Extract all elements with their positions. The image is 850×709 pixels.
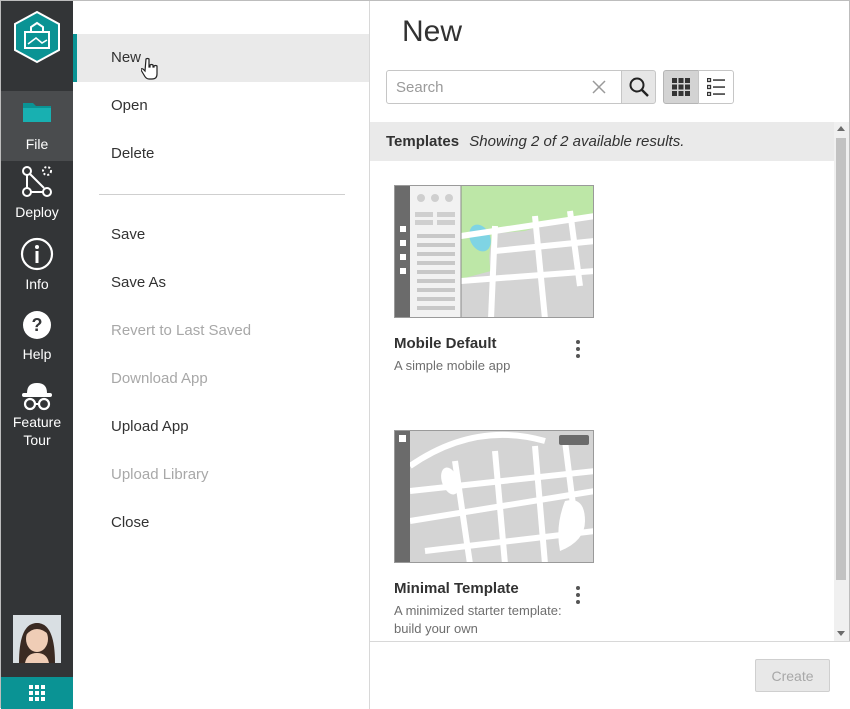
more-options-icon[interactable] xyxy=(570,337,586,361)
search-button[interactable] xyxy=(621,70,656,104)
menu-item-label: Revert to Last Saved xyxy=(111,322,252,339)
menu-item-label: Open xyxy=(111,97,148,114)
rail-label: Feature Tour xyxy=(12,414,62,448)
template-card-minimal[interactable]: Minimal Template A minimized starter tem… xyxy=(394,430,594,641)
new-panel: New Search Templates Showing 2 of 2 avai… xyxy=(370,1,850,709)
menu-item-label: Upload App xyxy=(111,418,189,435)
rail-item-info[interactable]: Info xyxy=(1,237,73,301)
scrollbar-thumb[interactable] xyxy=(836,138,846,580)
app-launcher-button[interactable] xyxy=(1,677,73,709)
rail-item-feature-tour[interactable]: Feature Tour xyxy=(1,379,73,459)
template-card-mobile-default[interactable]: Mobile Default A simple mobile app xyxy=(394,185,594,385)
grid-dots-icon xyxy=(29,685,45,701)
menu-item-open[interactable]: Open xyxy=(73,82,369,130)
menu-item-new[interactable]: New xyxy=(73,34,369,82)
template-thumbnail xyxy=(394,430,594,563)
menu-item-revert: Revert to Last Saved xyxy=(73,307,369,355)
search-box xyxy=(386,70,622,104)
results-scrollbar[interactable] xyxy=(834,122,849,641)
user-avatar[interactable] xyxy=(13,615,61,663)
rail-item-deploy[interactable]: Deploy xyxy=(1,165,73,229)
page-title: New xyxy=(402,15,463,48)
menu-item-label: Close xyxy=(111,514,150,531)
menu-item-delete[interactable]: Delete xyxy=(73,130,369,178)
svg-text:?: ? xyxy=(32,315,43,335)
hand-cursor-icon xyxy=(141,57,158,80)
menu-divider xyxy=(99,194,345,195)
search-input[interactable] xyxy=(387,71,587,103)
deploy-icon xyxy=(22,166,52,197)
app-logo xyxy=(1,1,73,73)
menu-item-close[interactable]: Close xyxy=(73,499,369,547)
template-thumbnail xyxy=(394,185,594,318)
help-icon: ? xyxy=(23,311,51,339)
template-description: A minimized starter template: build your… xyxy=(394,603,562,636)
more-options-icon[interactable] xyxy=(570,583,586,607)
menu-item-label: Delete xyxy=(111,145,155,162)
grid-view-button[interactable] xyxy=(663,70,699,104)
menu-item-upload-app[interactable]: Upload App xyxy=(73,403,369,451)
menu-item-label: Upload Library xyxy=(111,466,209,483)
search-icon xyxy=(629,77,649,97)
list-icon xyxy=(707,78,725,96)
template-title: Minimal Template xyxy=(394,580,519,597)
rail-label: Info xyxy=(25,276,49,292)
rail-item-file[interactable]: File xyxy=(1,91,73,161)
menu-item-label: Download App xyxy=(111,370,208,387)
template-description: A simple mobile app xyxy=(394,358,511,373)
menu-item-save-as[interactable]: Save As xyxy=(73,259,369,307)
create-button[interactable]: Create xyxy=(755,659,830,692)
rail-label: Help xyxy=(22,346,52,362)
results-heading: Templates xyxy=(386,133,460,150)
menu-item-save[interactable]: Save xyxy=(73,211,369,259)
menu-item-label: Save xyxy=(111,226,146,243)
info-icon xyxy=(20,237,54,271)
results-header: Templates Showing 2 of 2 available resul… xyxy=(370,122,834,161)
app-window: File Deploy Info ? Help Feature Tour New… xyxy=(0,0,850,709)
spy-hat-icon xyxy=(22,383,52,411)
clear-icon[interactable] xyxy=(591,79,607,95)
footer-bar: Create xyxy=(370,641,850,709)
menu-item-label: New xyxy=(111,49,142,66)
rail-label: Deploy xyxy=(15,204,59,220)
folder-icon xyxy=(23,103,51,122)
menu-item-label: Save As xyxy=(111,274,167,291)
file-menu: New Open Delete Save Save As Revert to L… xyxy=(73,1,370,709)
rail-label: File xyxy=(25,136,49,152)
rail-item-help[interactable]: ? Help xyxy=(1,309,73,373)
list-view-button[interactable] xyxy=(698,70,734,104)
template-title: Mobile Default xyxy=(394,335,497,352)
menu-item-download-app: Download App xyxy=(73,355,369,403)
left-rail: File Deploy Info ? Help Feature Tour xyxy=(1,1,73,709)
grid-icon xyxy=(672,78,690,96)
scroll-up-icon[interactable] xyxy=(837,126,845,131)
scroll-down-icon[interactable] xyxy=(837,631,845,636)
menu-item-upload-library: Upload Library xyxy=(73,451,369,499)
results-count: Showing 2 of 2 available results. xyxy=(469,133,685,150)
